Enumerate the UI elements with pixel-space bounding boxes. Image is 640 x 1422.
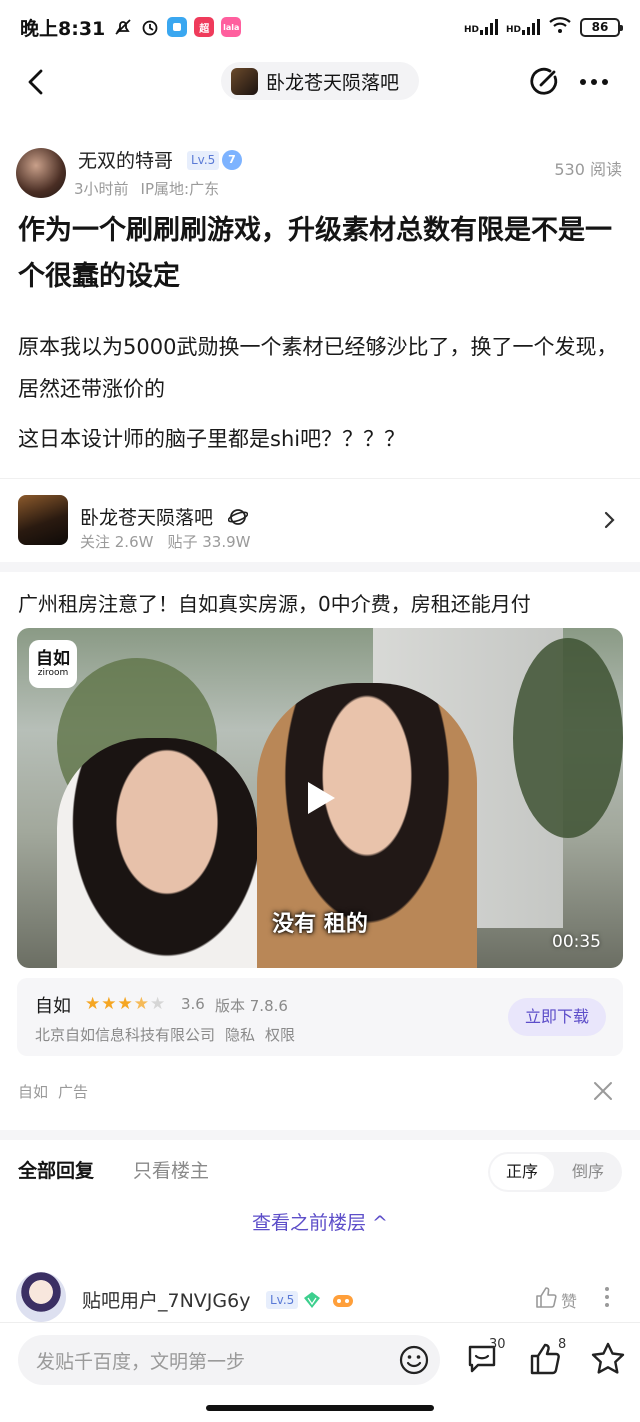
level-badge: Lv.5 [266, 1291, 299, 1309]
gem-icon [304, 1292, 320, 1308]
forum-stats: 关注 2.6W 贴子 33.9W [80, 531, 250, 552]
author-name[interactable]: 无双的特哥 [78, 146, 173, 173]
app-rating: 3.6 [181, 995, 205, 1013]
sort-desc-button[interactable]: 倒序 [556, 1154, 620, 1190]
forum-followers: 关注 2.6W [80, 533, 154, 551]
logo-subtext: ziroom [37, 667, 69, 678]
video-duration: 00:35 [552, 932, 601, 952]
sort-asc-button[interactable]: 正序 [490, 1154, 554, 1190]
like-icon[interactable] [534, 1286, 558, 1310]
app-download-card[interactable]: 自如 ★★★★★ 3.6 版本 7.8.6 北京自如信息科技有限公司 隐私 权限 立… [17, 978, 623, 1056]
signal-label: HD [463, 25, 479, 35]
ad-video[interactable]: 自如 ziroom 没有 租的 00:35 [17, 628, 623, 968]
privacy-link[interactable]: 隐私 [225, 1026, 255, 1044]
alarm-icon [140, 17, 160, 37]
post-time: 3小时前 [74, 180, 129, 198]
reply-avatar[interactable] [16, 1272, 66, 1322]
post-author: 无双的特哥 Lv.5 7 3小时前 IP属地:广东 530 阅读 [0, 140, 640, 204]
signal-icon: HD [464, 19, 498, 35]
app-name: 自如 [35, 996, 71, 1017]
ad-title[interactable]: 广州租房注意了！自如真实房源，0中介费，房租还能月付 [18, 588, 531, 617]
signal-icon: HD [506, 19, 540, 35]
reply-item: 贴吧用户_7NVJG6y Lv.5 赞 [0, 1266, 640, 1326]
status-bar: 晚上8:31 超 lala HD HD 86 [0, 0, 640, 54]
mute-icon [113, 17, 133, 37]
top-nav: 卧龙苍天陨落吧 [0, 54, 640, 110]
ad-source: 自如 [18, 1083, 49, 1101]
like-label[interactable]: 赞 [561, 1288, 577, 1312]
logo-text: 自如 [36, 648, 70, 669]
wifi-icon [548, 16, 572, 39]
download-button[interactable]: 立即下载 [508, 998, 606, 1036]
view-count: 530 阅读 [554, 160, 622, 179]
author-meta: 3小时前 IP属地:广东 [74, 178, 219, 199]
more-icon [580, 79, 608, 85]
star-rating: ★★★★★ [85, 994, 167, 1014]
app-version: 版本 7.8.6 [215, 997, 288, 1015]
forum-posts: 贴子 33.9W [167, 533, 251, 551]
reply-tabs: 全部回复 只看楼主 正序 倒序 [0, 1142, 640, 1202]
play-icon[interactable] [305, 780, 337, 816]
forum-title: 卧龙苍天陨落吧 [266, 71, 400, 94]
app-company-row: 北京自如信息科技有限公司 隐私 权限 [35, 1024, 295, 1045]
tab-all-replies[interactable]: 全部回复 [18, 1156, 94, 1183]
forum-name: 卧龙苍天陨落吧 [80, 507, 214, 529]
battery-icon: 86 [580, 17, 623, 37]
gamepad-icon [333, 1295, 353, 1307]
more-vertical-icon[interactable] [604, 1286, 610, 1308]
video-subtitle: 没有 租的 [272, 912, 368, 937]
post-paragraph: 这日本设计师的脑子里都是shi吧？？？？ [18, 427, 406, 451]
bottom-bar: 发贴千百度，文明第一步 30 8 [0, 1322, 640, 1422]
edit-button[interactable] [524, 62, 564, 102]
video-background [513, 638, 623, 838]
forum-avatar [18, 495, 68, 545]
back-arrow-icon [28, 69, 43, 95]
level-badge: Lv.5 [187, 151, 220, 170]
forum-card[interactable]: 卧龙苍天陨落吧 关注 2.6W 贴子 33.9W [0, 478, 640, 562]
post-body: 原本我以为5000武勋换一个素材已经够沙比了，换了一个发现，居然还带涨价的 这日… [18, 326, 624, 460]
ad-source-row: 自如 广告 [18, 1081, 88, 1102]
forum-thumbnail [231, 67, 258, 95]
post-paragraph: 原本我以为5000武勋换一个素材已经够沙比了，换了一个发现，居然还带涨价的 [18, 335, 618, 401]
forum-title-pill[interactable]: 卧龙苍天陨落吧 [221, 62, 419, 100]
permissions-link[interactable]: 权限 [265, 1026, 295, 1044]
home-indicator [206, 1405, 434, 1411]
status-time: 晚上8:31 [20, 17, 106, 40]
ziroom-logo: 自如 ziroom [29, 640, 77, 688]
verified-badge-icon: 7 [222, 150, 242, 170]
tab-op-only[interactable]: 只看楼主 [133, 1156, 209, 1183]
view-previous-floors[interactable]: 查看之前楼层 ^ [0, 1208, 640, 1235]
back-button[interactable] [16, 62, 56, 102]
ad-label: 广告 [58, 1083, 89, 1101]
more-button[interactable] [574, 62, 614, 102]
chevron-right-icon [604, 511, 615, 529]
star-icon[interactable] [590, 1341, 626, 1377]
reply-username[interactable]: 贴吧用户_7NVJG6y [82, 1286, 250, 1313]
edit-icon [530, 67, 558, 95]
section-divider [0, 1130, 640, 1140]
sort-toggle: 正序 倒序 [488, 1152, 622, 1192]
ip-location: IP属地:广东 [140, 180, 220, 198]
app-notification-icon: lala [221, 17, 242, 37]
like-count: 8 [558, 1337, 567, 1352]
reply-input[interactable]: 发贴千百度，文明第一步 [18, 1335, 440, 1385]
section-divider [0, 562, 640, 572]
close-icon[interactable] [592, 1080, 614, 1102]
emoji-icon[interactable] [398, 1344, 430, 1376]
app-company: 北京自如信息科技有限公司 [35, 1026, 216, 1044]
planet-icon [228, 509, 248, 525]
reply-placeholder: 发贴千百度，文明第一步 [36, 1351, 246, 1373]
post-title: 作为一个刷刷刷游戏，升级素材总数有限是不是一个很蠢的设定 [18, 215, 612, 292]
comment-count: 30 [489, 1337, 506, 1352]
signal-label: HD [505, 25, 521, 35]
app-notification-icon: 超 [194, 17, 215, 37]
author-avatar[interactable] [16, 148, 66, 198]
app-notification-icon [167, 17, 188, 37]
